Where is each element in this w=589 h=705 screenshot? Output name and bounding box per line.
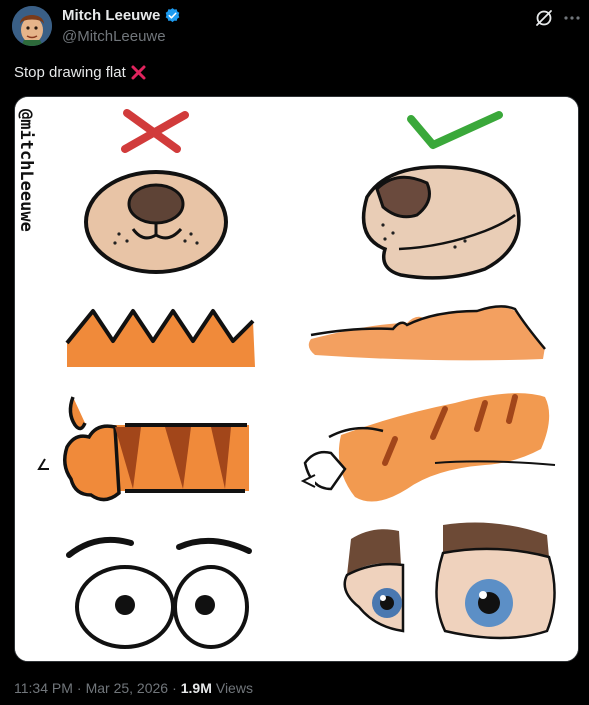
views-count: 1.9M	[180, 680, 212, 696]
verified-badge-icon	[164, 7, 181, 24]
grok-icon[interactable]	[534, 8, 554, 28]
post-text: Stop drawing flat	[14, 64, 126, 81]
watermark-text: @mitchLeeuwe	[16, 109, 36, 232]
avatar-image	[12, 6, 52, 46]
avatar[interactable]	[12, 6, 52, 46]
author-handle[interactable]: @MitchLeeuwe	[62, 28, 166, 45]
meta-separator: ·	[76, 680, 82, 696]
post-meta: 11:34 PM · Mar 25, 2026 · 1.9M Views	[14, 680, 253, 696]
cross-mark-emoji-icon	[130, 64, 147, 81]
more-options-icon[interactable]	[562, 8, 582, 28]
views-label: Views	[215, 680, 253, 696]
author-display-name[interactable]: Mitch Leeuwe	[62, 7, 160, 24]
post-date[interactable]: Mar 25, 2026	[86, 680, 169, 696]
dimensional-eyes-drawing	[343, 522, 556, 640]
dimensional-nose-drawing	[361, 165, 521, 280]
post-time[interactable]: 11:34 PM	[14, 680, 73, 696]
meta-separator: ·	[172, 680, 177, 696]
post-text-row: Stop drawing flat	[14, 64, 147, 81]
flat-nose-drawing	[84, 170, 228, 274]
author-name-row: Mitch Leeuwe	[62, 7, 181, 24]
post-media-image[interactable]: @mitchLeeuwe	[14, 96, 579, 662]
